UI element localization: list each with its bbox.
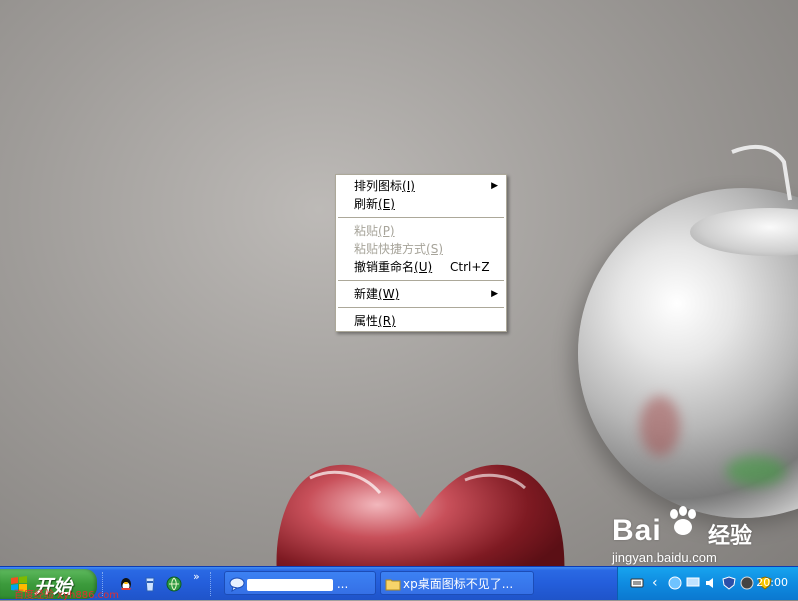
menu-item-accel: (E) [378,197,395,211]
watermark-cn-text: 经验 [708,524,753,549]
menu-item-arrange-icons[interactable]: 排列图标(I) ▶ [336,177,506,195]
start-button[interactable]: 开始 百度经验 xyh886.com [0,569,119,601]
tray-clock[interactable]: 20:00 [756,576,788,589]
taskbar-button-chat[interactable]: ... [224,571,376,595]
toolbar-grip[interactable] [210,572,214,596]
menu-separator [338,280,504,281]
menu-item-accel: (P) [378,224,395,238]
task-label: xp桌面图标不见了... [403,577,514,591]
shield-icon[interactable] [722,576,736,590]
menu-item-label: 属性 [354,314,379,328]
menu-separator [338,307,504,308]
tray-expand-chevron-icon[interactable]: ‹ [652,576,666,590]
menu-item-paste: 粘贴(P) [336,222,506,240]
taskbar-button-folder[interactable]: xp桌面图标不见了... [380,571,534,595]
menu-item-refresh[interactable]: 刷新(E) [336,195,506,213]
menu-separator [338,217,504,218]
menu-item-accel: (W) [378,287,400,301]
apple-reflection-red [640,396,680,456]
system-tray: ‹ 20:00 [617,567,798,600]
submenu-arrow-icon: ▶ [491,181,498,191]
taskbar: 开始 百度经验 xyh886.com » ... xp桌面图标不见了... ‹ … [0,566,798,601]
menu-item-label: 粘贴快捷方式 [354,242,427,256]
network-icon[interactable] [668,576,682,590]
update-icon[interactable] [740,576,754,590]
qq-penguin-icon[interactable] [118,576,134,592]
menu-item-shortcut: Ctrl+Z [450,260,490,274]
apple-stem [731,144,792,201]
menu-item-label: 排列图标 [354,179,403,193]
desktop[interactable]: Bai 经验 jingyan.baidu.com 排列图标(I) ▶ 刷新(E)… [0,0,798,566]
keyboard-icon[interactable] [630,576,644,590]
menu-item-accel: (R) [378,314,396,328]
watermark-url: jingyan.baidu.com [612,550,717,565]
menu-item-label: 粘贴 [354,224,379,238]
menu-item-label: 新建 [354,287,379,301]
apple-reflection-green [726,456,786,486]
browser-globe-icon[interactable] [166,576,182,592]
baidu-paw-icon [670,506,696,535]
menu-item-paste-shortcut: 粘贴快捷方式(S) [336,240,506,258]
menu-item-undo-rename[interactable]: 撤销重命名(U) Ctrl+Z [336,258,506,276]
watermark-logo-text: Bai [612,514,662,547]
menu-item-properties[interactable]: 属性(R) [336,312,506,330]
desktop-context-menu: 排列图标(I) ▶ 刷新(E) 粘贴(P) 粘贴快捷方式(S) 撤销重命名(U)… [335,174,507,332]
menu-item-accel: (U) [414,260,433,274]
menu-item-accel: (S) [426,242,443,256]
chat-icon [229,577,245,592]
recycle-cup-icon[interactable] [142,576,158,592]
heart-wallpaper-image [276,464,565,566]
menu-item-accel: (I) [402,179,415,193]
task-label: ... [336,577,349,591]
menu-item-new[interactable]: 新建(W) ▶ [336,285,506,303]
menu-item-label: 撤销重命名 [354,260,415,274]
redacted-title [247,578,333,591]
toolbar-grip[interactable] [102,572,106,596]
display-icon[interactable] [686,576,700,590]
baidu-watermark: Bai 经验 jingyan.baidu.com [612,506,792,566]
submenu-arrow-icon: ▶ [491,289,498,299]
quicklaunch-chevron-icon[interactable]: » [193,570,200,583]
menu-item-label: 刷新 [354,197,379,211]
folder-icon [385,579,401,591]
speaker-icon[interactable] [704,576,718,590]
